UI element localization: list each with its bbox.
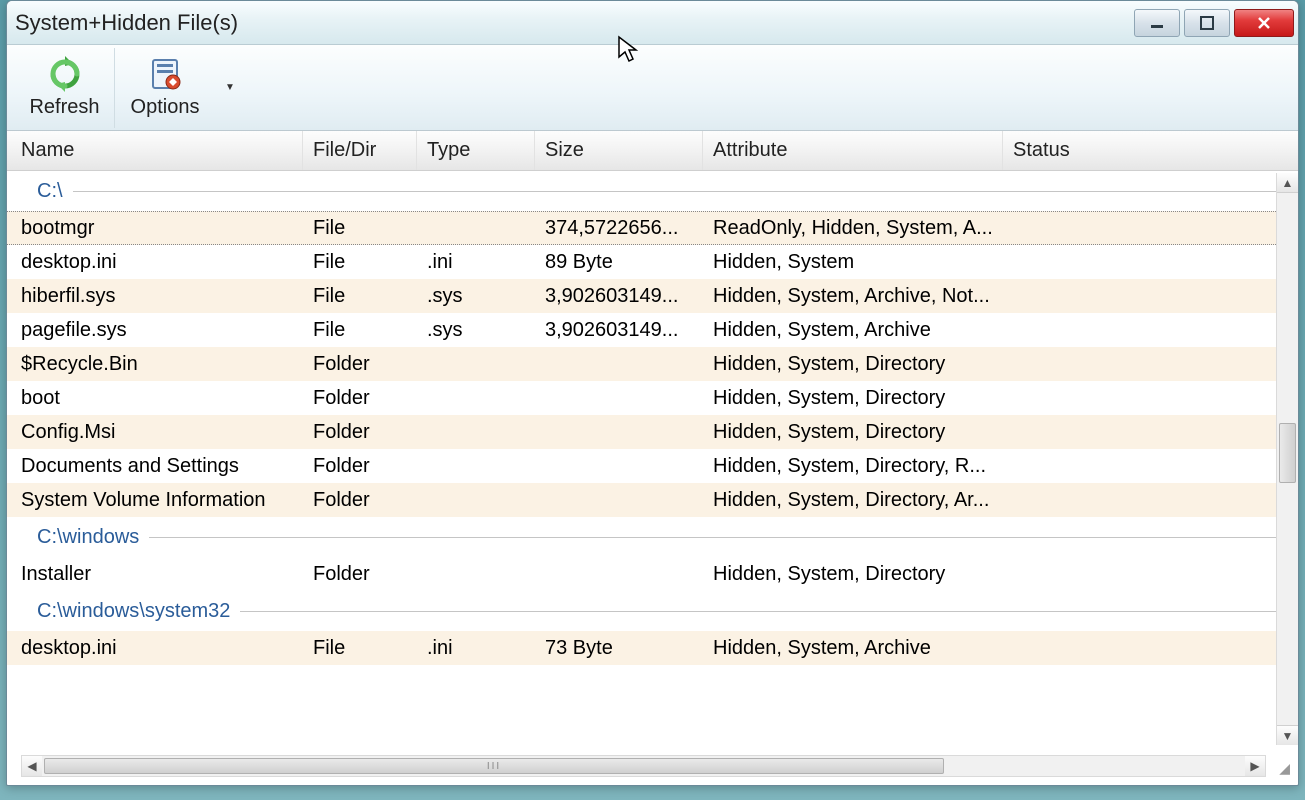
table-row[interactable]: Config.MsiFolder Hidden, System, Director… bbox=[7, 415, 1298, 449]
cell-name: desktop.ini bbox=[7, 637, 303, 660]
cell-name: Config.Msi bbox=[7, 421, 303, 444]
cell-attribute: Hidden, System, Archive bbox=[703, 319, 1003, 342]
cell-filedir: File bbox=[303, 319, 417, 342]
cell-type: .sys bbox=[417, 285, 535, 308]
cell-filedir: File bbox=[303, 285, 417, 308]
toolbar: Refresh Options ▼ bbox=[7, 45, 1298, 131]
group-header[interactable]: C:\windows\system32 bbox=[7, 591, 1298, 631]
header-filedir[interactable]: File/Dir bbox=[303, 131, 417, 170]
group-header[interactable]: C:\ bbox=[7, 171, 1298, 211]
window-title: System+Hidden File(s) bbox=[15, 10, 238, 36]
maximize-icon bbox=[1200, 16, 1214, 30]
scroll-right-arrow-icon[interactable]: ▶ bbox=[1245, 756, 1265, 776]
cell-attribute: Hidden, System, Directory bbox=[703, 563, 1003, 586]
group-divider bbox=[240, 611, 1290, 612]
cell-type: .ini bbox=[417, 637, 535, 660]
horizontal-scrollbar[interactable]: ◀ III ▶ bbox=[21, 755, 1266, 777]
column-headers: Name File/Dir Type Size Attribute Status bbox=[7, 131, 1298, 171]
cell-name: $Recycle.Bin bbox=[7, 353, 303, 376]
cell-attribute: Hidden, System, Directory bbox=[703, 353, 1003, 376]
group-path: C:\windows\system32 bbox=[37, 600, 230, 623]
table-row[interactable]: System Volume InformationFolder Hidden, S… bbox=[7, 483, 1298, 517]
table-row[interactable]: hiberfil.sysFile.sys3,902603149...Hidden… bbox=[7, 279, 1298, 313]
header-attribute[interactable]: Attribute bbox=[703, 131, 1003, 170]
scroll-up-arrow-icon[interactable]: ▲ bbox=[1277, 173, 1298, 193]
group-divider bbox=[73, 191, 1290, 192]
close-button[interactable] bbox=[1234, 9, 1294, 37]
header-size[interactable]: Size bbox=[535, 131, 703, 170]
cell-name: bootmgr bbox=[7, 217, 303, 240]
cell-attribute: Hidden, System, Archive bbox=[703, 637, 1003, 660]
horizontal-scroll-thumb[interactable]: III bbox=[44, 758, 944, 774]
cell-name: hiberfil.sys bbox=[7, 285, 303, 308]
cell-name: Installer bbox=[7, 563, 303, 586]
vertical-scroll-thumb[interactable] bbox=[1279, 423, 1296, 483]
cell-attribute: Hidden, System, Directory, Ar... bbox=[703, 489, 1003, 512]
table-row[interactable]: pagefile.sysFile.sys3,902603149...Hidden… bbox=[7, 313, 1298, 347]
close-icon bbox=[1256, 15, 1272, 31]
cell-attribute: ReadOnly, Hidden, System, A... bbox=[703, 217, 1003, 240]
scroll-left-arrow-icon[interactable]: ◀ bbox=[22, 756, 42, 776]
cell-name: desktop.ini bbox=[7, 251, 303, 274]
cell-size: 89 Byte bbox=[535, 251, 703, 274]
group-path: C:\ bbox=[37, 180, 63, 203]
group-divider bbox=[149, 537, 1290, 538]
cell-size: 374,5722656... bbox=[535, 217, 703, 240]
cell-filedir: File bbox=[303, 637, 417, 660]
refresh-label: Refresh bbox=[29, 96, 99, 119]
minimize-button[interactable] bbox=[1134, 9, 1180, 37]
cell-filedir: File bbox=[303, 217, 417, 240]
header-name[interactable]: Name bbox=[7, 131, 303, 170]
table-row[interactable]: $Recycle.BinFolder Hidden, System, Direct… bbox=[7, 347, 1298, 381]
options-dropdown-arrow[interactable]: ▼ bbox=[225, 82, 235, 93]
table-row[interactable]: bootmgrFile 374,5722656...ReadOnly, Hidde… bbox=[7, 211, 1298, 245]
cell-filedir: Folder bbox=[303, 563, 417, 586]
cell-size: 3,902603149... bbox=[535, 319, 703, 342]
cell-name: System Volume Information bbox=[7, 489, 303, 512]
cell-type: .sys bbox=[417, 319, 535, 342]
maximize-button[interactable] bbox=[1184, 9, 1230, 37]
cell-attribute: Hidden, System, Directory bbox=[703, 387, 1003, 410]
cell-filedir: File bbox=[303, 251, 417, 274]
cell-filedir: Folder bbox=[303, 353, 417, 376]
cell-filedir: Folder bbox=[303, 421, 417, 444]
options-label: Options bbox=[131, 96, 200, 119]
table-row[interactable]: desktop.iniFile.ini73 ByteHidden, System… bbox=[7, 631, 1298, 665]
cell-filedir: Folder bbox=[303, 489, 417, 512]
cell-attribute: Hidden, System, Directory bbox=[703, 421, 1003, 444]
cell-name: Documents and Settings bbox=[7, 455, 303, 478]
horizontal-scroll-track[interactable]: III bbox=[42, 756, 1245, 776]
cell-type: .ini bbox=[417, 251, 535, 274]
refresh-button[interactable]: Refresh bbox=[15, 48, 115, 128]
table-row[interactable]: InstallerFolder Hidden, System, Directory bbox=[7, 557, 1298, 591]
group-header[interactable]: C:\windows bbox=[7, 517, 1298, 557]
table-row[interactable]: bootFolder Hidden, System, Directory bbox=[7, 381, 1298, 415]
vertical-scrollbar[interactable]: ▲ ▼ bbox=[1276, 173, 1298, 745]
cell-size: 3,902603149... bbox=[535, 285, 703, 308]
cell-attribute: Hidden, System bbox=[703, 251, 1003, 274]
table-row[interactable]: desktop.iniFile.ini89 ByteHidden, System bbox=[7, 245, 1298, 279]
header-status[interactable]: Status bbox=[1003, 131, 1298, 170]
cell-filedir: Folder bbox=[303, 387, 417, 410]
titlebar[interactable]: System+Hidden File(s) bbox=[7, 1, 1298, 45]
cell-attribute: Hidden, System, Archive, Not... bbox=[703, 285, 1003, 308]
group-path: C:\windows bbox=[37, 526, 139, 549]
cell-attribute: Hidden, System, Directory, R... bbox=[703, 455, 1003, 478]
header-type[interactable]: Type bbox=[417, 131, 535, 170]
table-row[interactable]: Documents and SettingsFolder Hidden, Syst… bbox=[7, 449, 1298, 483]
file-list: C:\bootmgrFile374,5722656...ReadOnly, Hi… bbox=[7, 171, 1298, 746]
cell-filedir: Folder bbox=[303, 455, 417, 478]
app-window: System+Hidden File(s) Refre bbox=[6, 0, 1299, 786]
cell-size: 73 Byte bbox=[535, 637, 703, 660]
scroll-down-arrow-icon[interactable]: ▼ bbox=[1277, 725, 1298, 745]
refresh-icon bbox=[47, 56, 83, 92]
options-icon bbox=[147, 56, 183, 92]
resize-grip-icon[interactable]: ◢ bbox=[1272, 759, 1290, 777]
cell-name: boot bbox=[7, 387, 303, 410]
cell-name: pagefile.sys bbox=[7, 319, 303, 342]
options-button[interactable]: Options bbox=[115, 48, 215, 128]
window-controls bbox=[1134, 9, 1294, 37]
minimize-icon bbox=[1150, 16, 1164, 30]
